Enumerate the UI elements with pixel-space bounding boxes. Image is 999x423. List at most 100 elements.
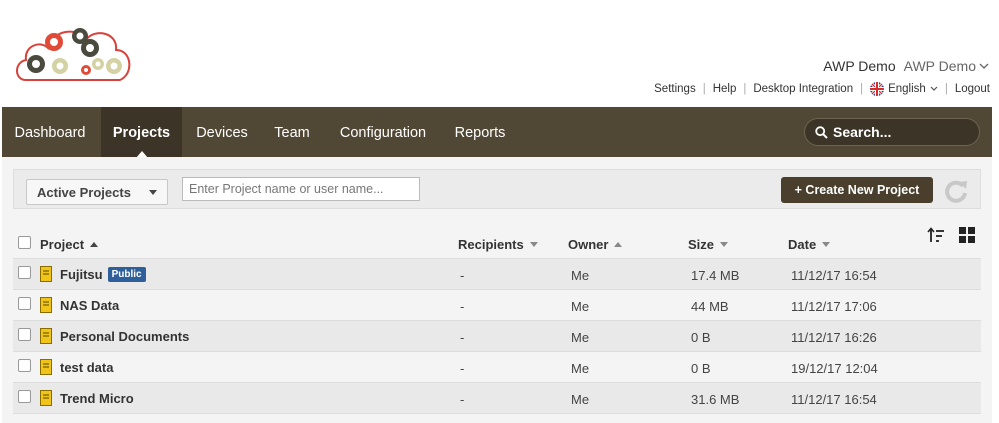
settings-link[interactable]: Settings xyxy=(654,83,696,95)
column-date[interactable]: Date xyxy=(788,237,831,252)
sort-icon[interactable] xyxy=(927,227,945,245)
project-name: Trend Micro xyxy=(60,391,134,406)
nav-team[interactable]: Team xyxy=(266,107,318,157)
recipients-cell: - xyxy=(460,268,465,283)
size-cell: 0 B xyxy=(691,330,711,345)
nav-devices[interactable]: Devices xyxy=(188,107,256,157)
column-owner[interactable]: Owner xyxy=(568,237,623,252)
account-dropdown-label: AWP Demo xyxy=(903,58,976,74)
main-nav: Dashboard Projects Devices Team Configur… xyxy=(2,107,992,158)
separator: | xyxy=(944,83,948,95)
owner-cell: Me xyxy=(571,392,590,407)
projects-table: Project Recipients Owner Size Date Fujit… xyxy=(13,227,981,414)
row-checkbox[interactable] xyxy=(18,297,31,310)
nav-reports[interactable]: Reports xyxy=(446,107,514,157)
file-icon xyxy=(40,328,52,344)
size-cell: 0 B xyxy=(691,361,711,376)
table-header: Project Recipients Owner Size Date xyxy=(13,227,981,259)
column-project-label: Project xyxy=(40,237,85,252)
filter-bar: Active Projects + Create New Project xyxy=(13,169,981,209)
nav-projects-label: Projects xyxy=(112,125,171,141)
nav-configuration[interactable]: Configuration xyxy=(328,107,438,157)
date-cell: 11/12/17 16:54 xyxy=(791,392,877,407)
project-status-select[interactable]: Active Projects xyxy=(26,179,168,205)
row-checkbox[interactable] xyxy=(18,359,31,372)
separator: | xyxy=(860,83,864,95)
date-cell: 11/12/17 16:54 xyxy=(791,268,877,283)
nav-dashboard[interactable]: Dashboard xyxy=(2,107,98,157)
logout-link[interactable]: Logout xyxy=(955,83,990,95)
sort-asc-icon xyxy=(614,242,623,247)
row-checkbox[interactable] xyxy=(18,390,31,403)
file-icon xyxy=(40,390,52,406)
date-cell: 11/12/17 16:26 xyxy=(791,330,877,345)
project-name: test data xyxy=(60,360,114,375)
project-name-cell[interactable]: Trend Micro xyxy=(60,391,134,406)
search-label: Search... xyxy=(833,124,892,140)
project-name-cell[interactable]: Fujitsu Public xyxy=(60,267,146,282)
row-checkbox[interactable] xyxy=(18,266,31,279)
gears-cloud-logo xyxy=(16,28,131,81)
create-project-button[interactable]: + Create New Project xyxy=(781,177,933,203)
help-link[interactable]: Help xyxy=(713,83,737,95)
language-label: English xyxy=(888,83,926,95)
top-links: Settings | Help | Desktop Integration | … xyxy=(654,82,990,96)
projects-panel: Active Projects + Create New Project Pro… xyxy=(2,157,992,423)
file-icon xyxy=(40,266,52,282)
recipients-cell: - xyxy=(460,330,465,345)
project-name: Personal Documents xyxy=(60,329,190,344)
date-cell: 11/12/17 17:06 xyxy=(791,299,877,314)
separator: | xyxy=(702,83,706,95)
sort-asc-icon xyxy=(90,242,99,247)
grid-view-icon[interactable] xyxy=(959,227,975,243)
owner-cell: Me xyxy=(571,268,590,283)
project-name-cell[interactable]: test data xyxy=(60,360,113,375)
table-row[interactable]: Fujitsu Public - Me 17.4 MB 11/12/17 16:… xyxy=(13,259,981,290)
select-all-checkbox[interactable] xyxy=(18,236,31,249)
sort-desc-icon xyxy=(720,242,729,247)
column-project[interactable]: Project xyxy=(40,237,99,252)
desktop-integration-link[interactable]: Desktop Integration xyxy=(753,83,853,95)
table-row[interactable]: Trend Micro - Me 31.6 MB 11/12/17 16:54 xyxy=(13,383,981,414)
global-search[interactable]: Search... xyxy=(804,118,980,146)
table-row[interactable]: Personal Documents - Me 0 B 11/12/17 16:… xyxy=(13,321,981,352)
chevron-down-icon xyxy=(930,86,938,91)
column-recipients-label: Recipients xyxy=(458,237,524,252)
owner-cell: Me xyxy=(571,330,590,345)
row-checkbox[interactable] xyxy=(18,328,31,341)
column-owner-label: Owner xyxy=(568,237,609,252)
uk-flag-icon xyxy=(870,82,885,96)
file-icon xyxy=(40,297,52,313)
sort-desc-icon xyxy=(529,242,538,247)
account-dropdown[interactable]: AWP Demo xyxy=(904,58,989,74)
refresh-icon[interactable] xyxy=(942,177,970,205)
size-cell: 17.4 MB xyxy=(691,268,740,283)
project-name-cell[interactable]: Personal Documents xyxy=(60,329,189,344)
recipients-cell: - xyxy=(460,361,465,376)
owner-cell: Me xyxy=(571,361,590,376)
file-icon xyxy=(40,359,52,375)
project-name: Fujitsu xyxy=(60,267,103,282)
public-badge: Public xyxy=(107,267,146,282)
column-recipients[interactable]: Recipients xyxy=(458,237,538,252)
column-size-label: Size xyxy=(688,237,715,252)
recipients-cell: - xyxy=(460,392,465,407)
table-row[interactable]: NAS Data - Me 44 MB 11/12/17 17:06 xyxy=(13,290,981,321)
caret-down-icon xyxy=(149,190,157,195)
column-size[interactable]: Size xyxy=(688,237,729,252)
separator: | xyxy=(743,83,747,95)
date-cell: 19/12/17 12:04 xyxy=(791,361,878,376)
size-cell: 44 MB xyxy=(691,299,729,314)
project-name: NAS Data xyxy=(60,298,120,313)
sort-desc-icon xyxy=(822,242,831,247)
recipients-cell: - xyxy=(460,299,465,314)
table-row[interactable]: test data - Me 0 B 19/12/17 12:04 xyxy=(13,352,981,383)
language-selector[interactable]: English xyxy=(870,82,938,96)
project-status-value: Active Projects xyxy=(37,184,131,200)
account-area: AWP Demo AWP Demo xyxy=(823,58,989,74)
nav-projects[interactable]: Projects xyxy=(101,107,182,158)
project-name-cell[interactable]: NAS Data xyxy=(60,298,119,313)
account-name: AWP Demo xyxy=(823,58,896,74)
project-search-input[interactable] xyxy=(182,177,420,201)
search-icon xyxy=(815,125,828,139)
